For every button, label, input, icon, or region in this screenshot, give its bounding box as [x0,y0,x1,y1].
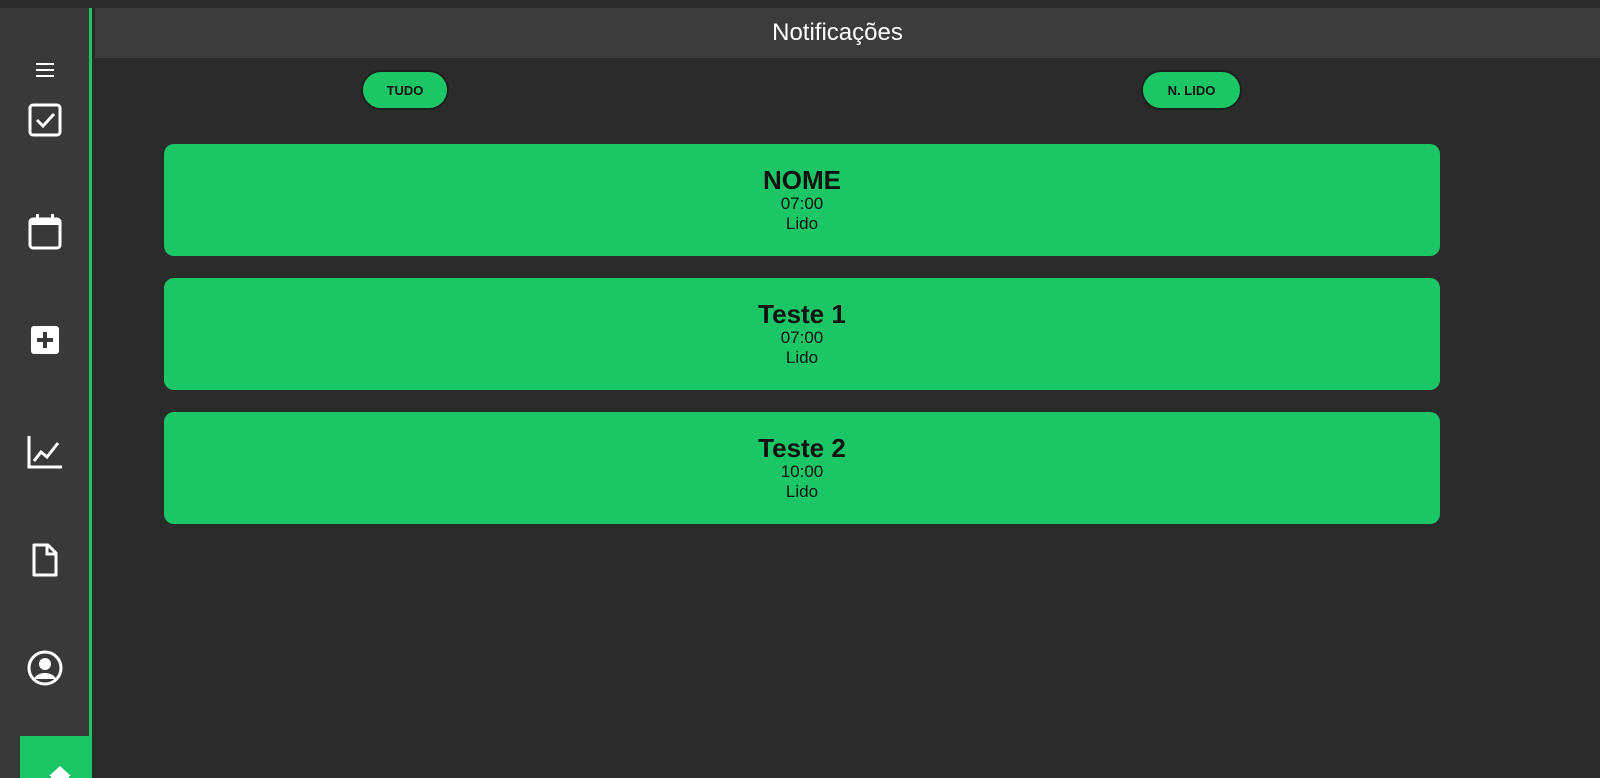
sidebar-item-stats[interactable] [0,432,89,472]
sidebar-item-calendar[interactable] [0,212,89,252]
filter-all-button[interactable]: TUDO [361,70,449,110]
notification-status: Lido [785,482,819,501]
sidebar [0,8,92,778]
notification-card[interactable]: NOME 07:00 Lido [164,144,1440,256]
page-title: Notificações [772,19,903,46]
page-header: Notificações [95,8,1600,58]
notification-time: 10:00 [780,462,824,481]
notification-name: Teste 2 [758,433,846,463]
notification-time: 07:00 [780,328,824,347]
app-frame: Notificações TUDO N. LIDO NOME 07:00 Lid… [0,0,1600,778]
notification-name: NOME [763,165,841,195]
calendar-icon [28,214,61,250]
notification-card[interactable]: Teste 1 07:00 Lido [164,278,1440,390]
sidebar-item-home[interactable] [20,736,92,778]
notification-status: Lido [785,214,819,233]
user-circle-icon [27,650,62,686]
home-icon-base [51,774,69,778]
sidebar-item-documents[interactable] [0,540,89,580]
plus-square-icon [30,326,59,354]
sidebar-item-profile[interactable] [0,646,89,690]
notification-name: Teste 1 [758,299,846,329]
menu-icon [35,63,54,77]
document-icon [32,543,57,577]
sidebar-item-tasks[interactable] [0,100,89,140]
notification-time: 07:00 [780,194,824,213]
sidebar-item-add[interactable] [0,320,89,360]
menu-button[interactable] [0,52,89,88]
filter-unread-button[interactable]: N. LIDO [1141,70,1242,110]
notification-status: Lido [785,348,819,367]
chart-line-icon [27,436,62,469]
notification-card[interactable]: Teste 2 10:00 Lido [164,412,1440,524]
checkbox-icon [28,103,61,137]
